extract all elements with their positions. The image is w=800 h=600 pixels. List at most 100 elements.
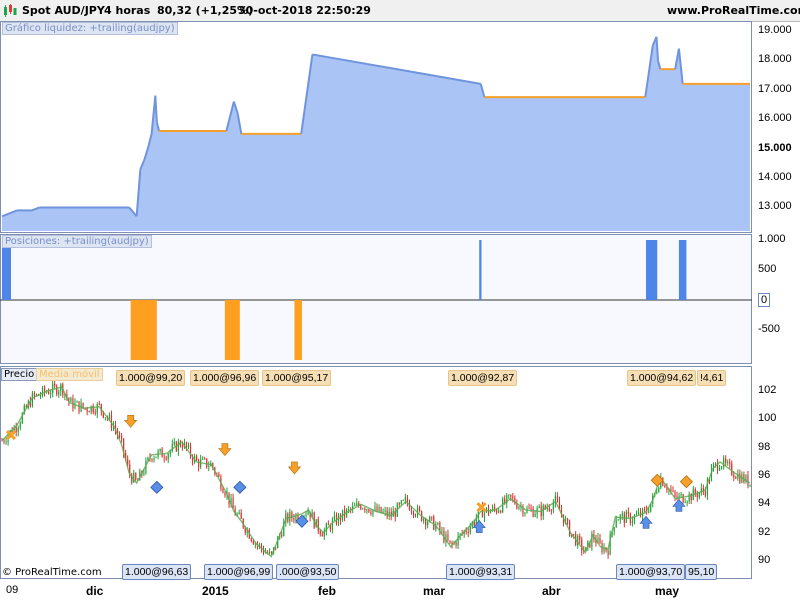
candle-body [733,474,735,478]
site-link[interactable]: www.ProRealTime.com [667,4,800,17]
candle-body [643,508,646,510]
position-bar [224,300,240,360]
y-tick-label: 17.000 [758,82,792,95]
exit-diamond-icon [233,480,247,494]
candle-body [94,412,96,414]
y-tick-label: 0 [758,293,771,307]
candle-body [159,448,161,452]
buy-arrow-icon [639,515,653,529]
candle-body [356,503,358,506]
candle-body [155,456,157,458]
y-tick-label: 14.000 [758,171,792,184]
positions-y-axis: 1.000 500 0 -500 [752,233,800,364]
y-tick-label: 90 [758,553,771,566]
candle-body [410,509,413,512]
x-label-2: 2015 [202,584,229,598]
candle-body [500,510,502,513]
candle-body [48,391,50,395]
entry-tag-3[interactable]: 1.000@95,17 [262,370,332,386]
y-tick-label: 16.000 [758,112,792,125]
candle-body [218,474,220,477]
exit-tag-2[interactable]: 1.000@96,99 [204,564,274,580]
candle-body [224,492,226,496]
candle-body [76,401,78,403]
candle-body [615,520,617,528]
y-tick-label: 94 [758,497,771,510]
candle-body [198,460,200,467]
candle-body [317,519,319,531]
candle-body [696,494,698,498]
candle-body [493,506,496,510]
liquidity-chart [1,36,750,232]
candle-body [455,542,457,546]
candle-body [637,511,640,515]
candle-body [271,551,273,553]
y-tick-label: 98 [758,440,771,453]
instrument-name: Spot AUD/JPY [22,4,105,17]
candle-body [151,458,153,461]
exit-tag-3[interactable]: .000@93,50 [276,564,340,580]
moving-average-label: Media móvil [36,368,103,381]
candle-body [96,403,98,414]
title-bar: Spot AUD/JPY 4 horas 80,32 (+1,25%) 30-o… [0,0,800,22]
candle-body [319,530,321,535]
candle-body [402,500,404,501]
candle-body [542,505,544,517]
candle-body [307,511,309,515]
candle-body [721,466,723,469]
candle-body [718,468,721,471]
y-tick-label: 500 [758,263,777,275]
entry-tag-2[interactable]: 1.000@96,96 [190,370,260,386]
candle-body [556,496,559,502]
candle-body [327,523,329,526]
entry-tag-6[interactable]: !4,61 [697,370,727,386]
exit-tag-4[interactable]: 1.000@93,31 [446,564,516,580]
candle-body [364,508,366,511]
candle-body [321,534,323,537]
y-tick-label: 18.000 [758,53,792,66]
candle-body [384,510,386,512]
candle-body [617,519,619,521]
candle-body [550,510,552,511]
position-bar [479,240,482,300]
y-tick-label: -500 [758,323,781,335]
exit-tag-5[interactable]: 1.000@93,70 [616,564,686,580]
candle-body [447,534,449,541]
candle-body [404,497,406,501]
exit-tag-6[interactable]: 95,10 [685,564,718,580]
candle-body [510,494,512,497]
timeframe[interactable]: 4 horas [104,4,150,17]
positions-panel-title: Posiciones: +trailing(audjpy) [2,235,152,248]
candle-body [512,496,514,499]
candle-body [648,511,650,513]
candle-body [165,458,167,460]
y-tick-label: 1.000 [758,233,786,245]
entry-tag-1[interactable]: 1.000@99,20 [116,370,186,386]
candle-body [181,445,184,448]
candle-body [31,393,34,407]
y-tick-label: 100 [758,412,777,425]
candle-body [423,518,425,521]
candle-body [704,491,707,496]
candle-body [469,526,471,533]
candle-body [348,508,350,510]
entry-tag-5[interactable]: 1.000@94,62 [627,370,697,386]
candle-body [54,383,56,386]
candle-body [627,511,629,514]
candle-body [167,454,169,460]
candle-body [19,423,21,428]
candle-body [386,510,388,517]
exit-tag-1[interactable]: 1.000@96,63 [122,564,192,580]
candle-body [108,415,111,419]
candle-body [441,530,443,532]
liquidity-y-axis: 19.000 18.000 17.000 16.000 15.000 14.000 13.0… [752,21,800,233]
candle-body [240,512,242,519]
candle-body [56,385,58,395]
candle-body [368,509,370,513]
candle-body [5,441,7,443]
positions-chart [0,240,752,360]
candle-body [70,398,72,403]
entry-tag-4[interactable]: 1.000@92,87 [448,370,518,386]
candle-body [508,494,510,496]
candle-body [173,441,175,445]
